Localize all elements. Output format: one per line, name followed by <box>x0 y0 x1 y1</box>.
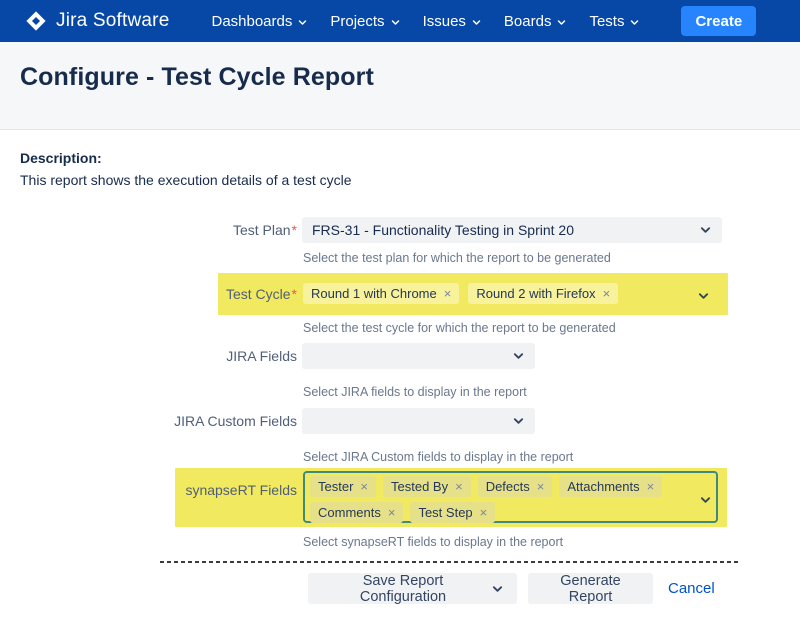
remove-chip-icon[interactable]: × <box>444 287 452 300</box>
description-text: This report shows the execution details … <box>20 172 352 188</box>
chevron-down-icon <box>492 585 503 593</box>
remove-chip-icon[interactable]: × <box>603 287 611 300</box>
remove-chip-icon[interactable]: × <box>388 506 396 519</box>
nav-item-boards[interactable]: Boards <box>504 13 567 30</box>
jira-custom-fields-help: Select JIRA Custom fields to display in … <box>303 450 573 464</box>
remove-chip-icon[interactable]: × <box>455 480 463 493</box>
chevron-down-icon <box>700 226 722 234</box>
chevron-down-icon <box>513 352 535 360</box>
create-button[interactable]: Create <box>681 6 756 36</box>
jira-fields-help: Select JIRA fields to display in the rep… <box>303 385 527 399</box>
jira-custom-fields-label: JIRA Custom Fields <box>0 408 297 434</box>
chevron-down-icon <box>630 13 639 30</box>
chip-label: Round 1 with Chrome <box>311 286 437 301</box>
nav-item-label: Boards <box>504 13 552 30</box>
label-text: JIRA Fields <box>226 348 297 364</box>
test-plan-select[interactable]: FRS-31 - Functionality Testing in Sprint… <box>302 217 722 243</box>
jira-fields-label: JIRA Fields <box>0 343 297 369</box>
generate-report-button[interactable]: Generate Report <box>528 573 653 604</box>
jira-software-logo[interactable]: Jira Software <box>25 10 169 32</box>
save-button-label: Save Report Configuration <box>322 573 484 605</box>
test-plan-value: FRS-31 - Functionality Testing in Sprint… <box>302 222 700 238</box>
synapsert-fields-label: synapseRT Fields <box>0 477 297 503</box>
required-asterisk: * <box>292 286 297 302</box>
test-cycle-multiselect[interactable]: Round 1 with Chrome × Round 2 with Firef… <box>303 283 618 304</box>
chevron-down-icon <box>472 13 481 30</box>
brand-name: Jira Software <box>56 10 169 32</box>
configure-test-cycle-report-page: Jira Software Dashboards Projects Issues… <box>0 0 800 620</box>
chevron-down-icon[interactable] <box>700 491 711 509</box>
selected-chip: Round 1 with Chrome × <box>303 283 459 304</box>
generate-button-label: Generate Report <box>542 573 639 605</box>
label-text: Test Cycle <box>226 286 291 302</box>
label-text: synapseRT Fields <box>185 482 297 498</box>
nav-menu: Dashboards Projects Issues Boards Tests … <box>211 6 756 36</box>
cancel-link[interactable]: Cancel <box>668 580 715 597</box>
chip-label: Defects <box>486 479 530 494</box>
remove-chip-icon[interactable]: × <box>480 506 488 519</box>
selected-chip: Tester × <box>310 476 376 497</box>
test-plan-label: Test Plan* <box>0 217 297 243</box>
chevron-down-icon <box>298 13 307 30</box>
nav-item-label: Dashboards <box>211 13 292 30</box>
page-header-band: Configure - Test Cycle Report <box>0 42 800 130</box>
label-text: Test Plan <box>233 222 291 238</box>
page-title: Configure - Test Cycle Report <box>20 63 374 92</box>
test-plan-help: Select the test plan for which the repor… <box>303 251 611 265</box>
save-report-configuration-button[interactable]: Save Report Configuration <box>308 573 517 604</box>
chip-label: Round 2 with Firefox <box>476 286 595 301</box>
chip-label: Tester <box>318 479 353 494</box>
nav-item-label: Projects <box>330 13 384 30</box>
chip-label: Test Step <box>418 505 472 520</box>
selected-chip: Comments × <box>310 502 403 523</box>
remove-chip-icon[interactable]: × <box>537 480 545 493</box>
nav-item-projects[interactable]: Projects <box>330 13 399 30</box>
jira-fields-select[interactable] <box>302 343 535 369</box>
chip-label: Tested By <box>391 479 448 494</box>
chevron-down-icon[interactable] <box>698 287 709 305</box>
label-text: JIRA Custom Fields <box>174 413 297 429</box>
chevron-down-icon <box>557 13 566 30</box>
jira-logo-icon <box>25 10 47 32</box>
chip-label: Attachments <box>567 479 639 494</box>
description-heading: Description: <box>20 150 102 166</box>
chip-label: Comments <box>318 505 381 520</box>
selected-chip: Test Step × <box>410 502 495 523</box>
selected-chip: Round 2 with Firefox × <box>468 283 618 304</box>
selected-chip: Tested By × <box>383 476 471 497</box>
nav-item-label: Issues <box>423 13 466 30</box>
required-asterisk: * <box>292 222 297 238</box>
top-navbar: Jira Software Dashboards Projects Issues… <box>0 0 800 42</box>
chevron-down-icon <box>391 13 400 30</box>
selected-chip: Defects × <box>478 476 553 497</box>
selected-chip: Attachments × <box>559 476 662 497</box>
nav-item-tests[interactable]: Tests <box>589 13 639 30</box>
remove-chip-icon[interactable]: × <box>647 480 655 493</box>
synapsert-fields-multiselect[interactable]: Tester × Tested By × Defects × Attachmen… <box>303 471 718 523</box>
test-cycle-help: Select the test cycle for which the repo… <box>303 321 616 335</box>
nav-item-label: Tests <box>589 13 624 30</box>
test-cycle-label: Test Cycle* <box>0 281 297 307</box>
jira-custom-fields-select[interactable] <box>302 408 535 434</box>
remove-chip-icon[interactable]: × <box>360 480 368 493</box>
nav-item-dashboards[interactable]: Dashboards <box>211 13 307 30</box>
synapsert-fields-help: Select synapseRT fields to display in th… <box>303 535 563 549</box>
nav-item-issues[interactable]: Issues <box>423 13 481 30</box>
chevron-down-icon <box>513 417 535 425</box>
dashed-divider <box>160 561 740 563</box>
